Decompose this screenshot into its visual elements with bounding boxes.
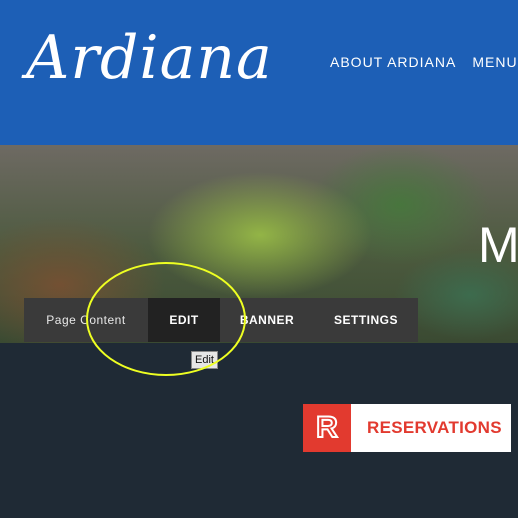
editor-toolbar: Page Content EDIT BANNER SETTINGS [24, 298, 418, 342]
main-nav: ABOUT ARDIANA MENU [330, 53, 518, 71]
edit-tooltip: Edit [191, 351, 218, 369]
reservations-button[interactable]: R RESERVATIONS [303, 404, 511, 452]
edit-button[interactable]: EDIT [148, 298, 220, 342]
hero-heading: M [478, 217, 518, 273]
reservation-logo-icon: R [303, 404, 351, 452]
nav-item-menu[interactable]: MENU [472, 53, 517, 71]
nav-item-about[interactable]: ABOUT ARDIANA [330, 53, 456, 71]
site-header: Ardiana ABOUT ARDIANA MENU [0, 0, 518, 145]
banner-button[interactable]: BANNER [220, 298, 314, 342]
settings-button[interactable]: SETTINGS [314, 298, 418, 342]
r-letter-icon: R [315, 411, 339, 444]
reservations-label: RESERVATIONS [367, 418, 502, 437]
page-content-label: Page Content [46, 313, 126, 327]
site-logo[interactable]: Ardiana [26, 18, 273, 98]
